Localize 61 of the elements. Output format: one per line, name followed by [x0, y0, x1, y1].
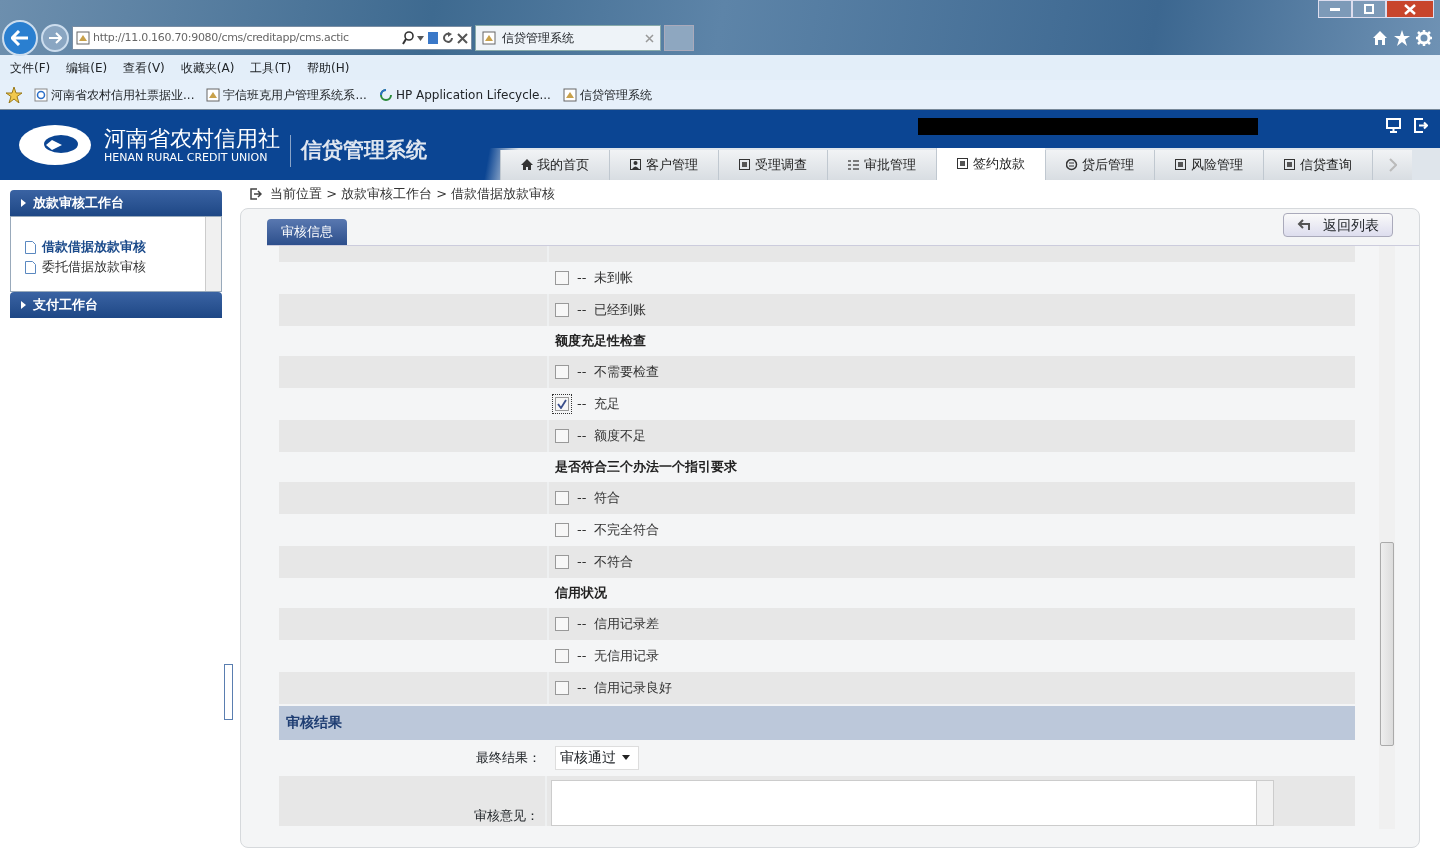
favorite-link[interactable]: 宇信班克用户管理系统系...: [206, 85, 367, 104]
option-label: 信用记录良好: [594, 678, 673, 697]
option-label: 充足: [594, 394, 621, 413]
section-heading: 额度充足性检查: [555, 331, 646, 350]
dash-marker: --: [577, 646, 587, 665]
dash-marker: --: [577, 520, 587, 539]
menu-item[interactable]: 查看(V): [123, 58, 165, 77]
sidebar-item[interactable]: 借款借据放款审核: [25, 237, 146, 257]
sidebar-group-header[interactable]: 支付工作台: [10, 292, 222, 318]
menu-item[interactable]: 收藏夹(A): [180, 58, 235, 77]
option-label: 符合: [594, 488, 621, 507]
nav-tab[interactable]: 审批管理: [827, 150, 936, 180]
option-label: 不需要检查: [594, 362, 660, 381]
option-label: 未到帐: [594, 268, 634, 287]
menu-item[interactable]: 文件(F): [10, 58, 51, 77]
nav-tab[interactable]: 我的首页: [500, 150, 609, 180]
dash-marker: --: [577, 362, 587, 381]
field-label: 最终结果：: [475, 748, 542, 767]
nav-tab[interactable]: 客户管理: [609, 150, 718, 180]
menu-item[interactable]: 帮助(H): [307, 58, 350, 77]
dash-marker: --: [577, 268, 587, 287]
option-label: 不完全符合: [594, 520, 660, 539]
section-tab[interactable]: 审核信息: [267, 219, 347, 245]
option-label: 已经到账: [594, 300, 647, 319]
system-title: 信贷管理系统: [290, 135, 427, 167]
breadcrumb: 当前位置 > 放款审核工作台 > 借款借据放款审核: [270, 185, 556, 204]
dash-marker: --: [577, 678, 587, 697]
dash-marker: --: [577, 614, 587, 633]
tab-title: 信贷管理系统: [502, 30, 575, 47]
nav-tab[interactable]: 贷后管理: [1045, 150, 1154, 180]
nav-tab[interactable]: 受理调查: [718, 150, 827, 180]
section-header: 审核结果: [279, 705, 1355, 740]
menu-item[interactable]: 工具(T): [250, 58, 292, 77]
dash-marker: --: [577, 426, 587, 445]
option-label: 无信用记录: [594, 646, 660, 665]
option-label: 不符合: [594, 552, 634, 571]
option-label: 信用记录差: [594, 614, 660, 633]
dash-marker: --: [577, 300, 587, 319]
nav-tab[interactable]: 风险管理: [1154, 150, 1263, 180]
result-select[interactable]: 审核通过: [555, 745, 639, 770]
section-heading: 信用状况: [555, 583, 607, 602]
sidebar-group-header[interactable]: 放款审核工作台: [10, 190, 222, 216]
sidebar-item[interactable]: 委托借据放款审核: [25, 257, 146, 277]
nav-tab[interactable]: 信贷查询: [1263, 150, 1372, 180]
dash-marker: --: [577, 488, 587, 507]
dash-marker: --: [577, 394, 587, 413]
nav-tab[interactable]: 签约放款: [936, 148, 1045, 180]
logo-subtitle: HENAN RURAL CREDIT UNION: [104, 150, 269, 164]
dash-marker: --: [577, 552, 587, 571]
browser-tab[interactable]: 信贷管理系统: [475, 25, 661, 51]
address-bar[interactable]: http://11.0.160.70:9080/cms/creditapp/cms.actic: [72, 26, 472, 50]
section-heading: 是否符合三个办法一个指引要求: [555, 457, 737, 476]
favorite-link[interactable]: 信贷管理系统: [562, 85, 652, 104]
favorite-link[interactable]: 河南省农村信用社票据业...: [34, 85, 195, 104]
address-text: http://11.0.160.70:9080/cms/creditapp/cms.actic: [93, 29, 350, 46]
field-label: 审核意见：: [279, 775, 547, 826]
favorite-link[interactable]: HP Application Lifecycle...: [378, 85, 551, 104]
option-label: 额度不足: [594, 426, 647, 445]
logo-title: 河南省农村信用社: [104, 126, 280, 151]
menu-item[interactable]: 编辑(E): [66, 58, 108, 77]
back-to-list-button[interactable]: 返回列表: [1283, 213, 1393, 237]
